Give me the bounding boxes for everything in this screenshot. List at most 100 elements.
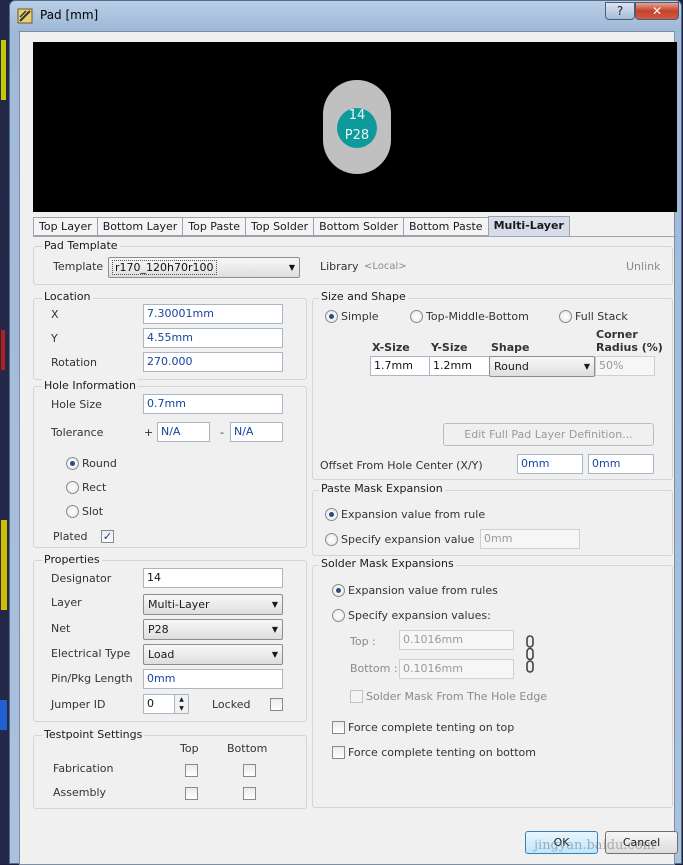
offset-label: Offset From Hole Center (X/Y) bbox=[320, 459, 483, 472]
watermark-text: jingyan.baidu.com bbox=[534, 838, 655, 853]
pad-app-icon bbox=[17, 8, 33, 24]
layer-select[interactable]: Multi-Layer ▼ bbox=[143, 594, 283, 615]
electrical-type-value: Load bbox=[148, 648, 175, 661]
size-shape-title: Size and Shape bbox=[319, 290, 408, 303]
solder-top-label: Top : bbox=[350, 635, 376, 648]
y-input[interactable]: 4.55mm bbox=[143, 328, 283, 348]
template-label: Template bbox=[53, 260, 104, 273]
y-size-header: Y-Size bbox=[431, 341, 468, 354]
plated-label: Plated bbox=[53, 530, 88, 543]
hole-info-title: Hole Information bbox=[42, 379, 138, 392]
tab-bottom-paste[interactable]: Bottom Paste bbox=[403, 217, 488, 236]
paste-specify-label: Specify expansion value bbox=[341, 533, 475, 546]
link-chain-icon[interactable] bbox=[525, 635, 535, 673]
jumper-id-spinner[interactable]: ▲ ▼ bbox=[174, 694, 189, 714]
hole-edge-label: Solder Mask From The Hole Edge bbox=[366, 690, 548, 703]
assembly-top-checkbox[interactable] bbox=[185, 787, 198, 800]
simple-label: Simple bbox=[341, 310, 379, 323]
hole-size-label: Hole Size bbox=[51, 398, 102, 411]
title-bar[interactable]: Pad [mm] ? ✕ bbox=[10, 1, 681, 31]
hole-rect-radio[interactable] bbox=[66, 481, 79, 494]
solder-bottom-label: Bottom : bbox=[350, 662, 398, 675]
net-value: P28 bbox=[148, 623, 169, 636]
chevron-down-icon: ▼ bbox=[271, 625, 278, 634]
tab-multi-layer[interactable]: Multi-Layer bbox=[487, 216, 570, 236]
rotation-input[interactable]: 270.000 bbox=[143, 352, 283, 372]
net-select[interactable]: P28 ▼ bbox=[143, 619, 283, 640]
fabrication-label: Fabrication bbox=[53, 762, 114, 775]
offset-y-input[interactable]: 0mm bbox=[588, 454, 654, 474]
hole-round-radio[interactable] bbox=[66, 457, 79, 470]
designator-label: Designator bbox=[51, 572, 112, 585]
tab-top-paste[interactable]: Top Paste bbox=[182, 217, 246, 236]
edit-full-pad-layer-button[interactable]: Edit Full Pad Layer Definition... bbox=[443, 423, 654, 446]
chevron-down-icon: ▼ bbox=[288, 263, 295, 272]
jumper-id-input[interactable]: 0 bbox=[143, 694, 175, 714]
hole-edge-checkbox[interactable] bbox=[350, 690, 363, 703]
hole-slot-radio[interactable] bbox=[66, 505, 79, 518]
solder-bottom-input[interactable]: 0.1016mm bbox=[399, 659, 514, 679]
corner-radius-input[interactable]: 50% bbox=[595, 356, 655, 376]
offset-x-input[interactable]: 0mm bbox=[517, 454, 583, 474]
tolerance-plus-input[interactable]: N/A bbox=[157, 422, 210, 442]
paste-rule-label: Expansion value from rule bbox=[341, 508, 486, 521]
location-title: Location bbox=[42, 290, 93, 303]
full-stack-label: Full Stack bbox=[575, 310, 628, 323]
tolerance-minus-input[interactable]: N/A bbox=[230, 422, 283, 442]
template-value: r170_120h70r100 bbox=[112, 260, 217, 275]
paste-specify-input[interactable]: 0mm bbox=[480, 529, 580, 549]
preview-net: P28 bbox=[344, 128, 370, 143]
solder-specify-radio[interactable] bbox=[332, 609, 345, 622]
layer-label: Layer bbox=[51, 596, 82, 609]
help-button[interactable]: ? bbox=[605, 2, 635, 20]
tab-top-solder[interactable]: Top Solder bbox=[245, 217, 314, 236]
testpoint-top-header: Top bbox=[180, 742, 199, 755]
simple-radio[interactable] bbox=[325, 310, 338, 323]
tent-top-checkbox[interactable] bbox=[332, 721, 345, 734]
tent-bottom-label: Force complete tenting on bottom bbox=[348, 746, 536, 759]
plated-checkbox[interactable]: ✓ bbox=[101, 530, 114, 543]
preview-designator: 14 bbox=[348, 108, 366, 123]
locked-checkbox[interactable] bbox=[270, 698, 283, 711]
testpoint-bottom-header: Bottom bbox=[227, 742, 268, 755]
corner-header-line1: Corner bbox=[596, 328, 638, 341]
x-size-input[interactable]: 1.7mm bbox=[370, 356, 430, 376]
full-stack-radio[interactable] bbox=[559, 310, 572, 323]
solder-rules-radio[interactable] bbox=[332, 584, 345, 597]
tab-top-layer[interactable]: Top Layer bbox=[33, 217, 97, 236]
electrical-type-select[interactable]: Load ▼ bbox=[143, 644, 283, 665]
paste-specify-radio[interactable] bbox=[325, 533, 338, 546]
shape-select[interactable]: Round ▼ bbox=[489, 356, 595, 377]
shape-value: Round bbox=[494, 360, 529, 373]
pad-dialog: Pad [mm] ? ✕ 14 P28 Top Layer Bottom Lay… bbox=[9, 0, 682, 865]
dialog-client: 14 P28 Top Layer Bottom Layer Top Paste … bbox=[19, 31, 678, 865]
close-button[interactable]: ✕ bbox=[635, 2, 679, 20]
designator-input[interactable]: 14 bbox=[143, 568, 283, 588]
pin-length-input[interactable]: 0mm bbox=[143, 669, 283, 689]
solder-specify-label: Specify expansion values: bbox=[348, 609, 491, 622]
layer-value: Multi-Layer bbox=[148, 598, 210, 611]
tab-bottom-solder[interactable]: Bottom Solder bbox=[313, 217, 404, 236]
fabrication-top-checkbox[interactable] bbox=[185, 764, 198, 777]
solder-top-input[interactable]: 0.1016mm bbox=[399, 630, 514, 650]
solder-mask-group bbox=[312, 565, 673, 808]
hole-rect-label: Rect bbox=[82, 481, 107, 494]
hole-round-label: Round bbox=[82, 457, 117, 470]
assembly-bottom-checkbox[interactable] bbox=[243, 787, 256, 800]
x-input[interactable]: 7.30001mm bbox=[143, 304, 283, 324]
size-shape-group bbox=[312, 298, 673, 480]
template-select[interactable]: r170_120h70r100 ▼ bbox=[108, 257, 300, 278]
paste-rule-radio[interactable] bbox=[325, 508, 338, 521]
y-size-input[interactable]: 1.2mm bbox=[429, 356, 490, 376]
tolerance-plus-sign: + bbox=[144, 426, 154, 439]
top-middle-bottom-radio[interactable] bbox=[410, 310, 423, 323]
chevron-down-icon: ▼ bbox=[583, 362, 590, 371]
pad-preview: 14 P28 bbox=[33, 42, 677, 212]
hole-size-input[interactable]: 0.7mm bbox=[143, 394, 283, 414]
fabrication-bottom-checkbox[interactable] bbox=[243, 764, 256, 777]
tent-bottom-checkbox[interactable] bbox=[332, 746, 345, 759]
tab-bottom-layer[interactable]: Bottom Layer bbox=[96, 217, 183, 236]
chevron-down-icon: ▼ bbox=[271, 650, 278, 659]
paste-mask-title: Paste Mask Expansion bbox=[319, 482, 445, 495]
unlink-link[interactable]: Unlink bbox=[626, 260, 660, 273]
